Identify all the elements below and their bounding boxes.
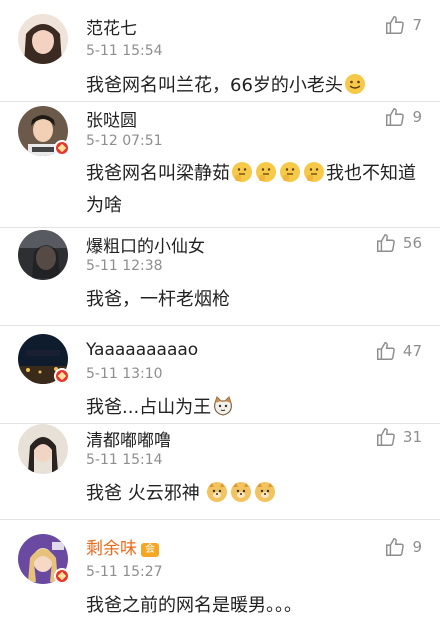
timestamp: 5-11 15:27 — [86, 564, 163, 580]
timestamp: 5-11 15:54 — [86, 43, 163, 59]
thumbs-up-icon — [376, 342, 395, 360]
timestamp: 5-11 12:38 — [86, 258, 163, 274]
avatar[interactable] — [18, 14, 68, 64]
comment-item: 爆粗口的小仙女 5-11 12:38 56 我爸，一杆老烟枪 — [0, 228, 440, 326]
doge-emoji-icon — [254, 481, 276, 503]
verified-badge-icon — [54, 568, 70, 584]
thumbs-up-icon — [386, 538, 405, 556]
like-count: 31 — [402, 428, 422, 446]
like-button[interactable]: 47 — [375, 340, 422, 362]
avatar[interactable] — [18, 424, 68, 474]
like-count: 56 — [402, 234, 422, 252]
timestamp: 5-11 15:14 — [86, 452, 163, 468]
comment-text: 我爸...占山为王 — [86, 392, 426, 424]
like-count: 47 — [402, 342, 422, 360]
username[interactable]: 剩余味会 — [86, 534, 159, 559]
comment-item: 清都嘟嘟噜 5-11 15:14 31 我爸 火云邪神 — [0, 424, 440, 520]
username[interactable]: 清都嘟嘟噜 — [86, 426, 171, 451]
like-button[interactable]: 31 — [375, 426, 422, 448]
username[interactable]: 范花七 — [86, 14, 137, 39]
thumbs-up-icon — [386, 108, 405, 126]
like-button[interactable]: 7 — [384, 14, 422, 36]
thumbs-up-icon — [376, 234, 395, 252]
cat-emoji-icon — [212, 395, 234, 417]
thumbs-up-icon — [376, 428, 395, 446]
smile-emoji-icon — [344, 73, 366, 95]
username[interactable]: 张哒圆 — [86, 106, 137, 131]
doge-emoji-icon — [230, 481, 252, 503]
verified-badge-icon — [54, 368, 70, 384]
like-count: 9 — [412, 108, 422, 126]
thinking-emoji-icon — [231, 161, 253, 183]
avatar[interactable] — [18, 230, 68, 280]
like-button[interactable]: 9 — [384, 106, 422, 128]
comment-text: 我爸网名叫梁静茹 我也不知道为啥 — [86, 161, 416, 216]
comment-text: 我爸之前的网名是暖男。。。 — [86, 595, 302, 616]
doge-emoji-icon — [206, 481, 228, 503]
comment-item: 范花七 5-11 15:54 7 我爸网名叫兰花，66岁的小老头 — [0, 0, 440, 102]
vip-badge-icon: 会 — [141, 543, 159, 557]
thumbs-up-icon — [386, 16, 405, 34]
like-count: 7 — [412, 16, 422, 34]
username[interactable]: Yaaaaaaaaao — [86, 340, 198, 360]
username[interactable]: 爆粗口的小仙女 — [86, 232, 205, 257]
verified-badge-icon — [54, 140, 70, 156]
comment-item: 张哒圆 5-12 07:51 9 我爸网名叫梁静茹 我也不知道为啥 — [0, 102, 440, 228]
timestamp: 5-11 13:10 — [86, 366, 163, 382]
timestamp: 5-12 07:51 — [86, 133, 163, 149]
like-count: 9 — [412, 538, 422, 556]
comment-item: Yaaaaaaaaao 5-11 13:10 47 我爸...占山为王 — [0, 326, 440, 424]
like-button[interactable]: 9 — [384, 536, 422, 558]
comment-text: 我爸，一杆老烟枪 — [86, 289, 230, 310]
comment-item: 剩余味会 5-11 15:27 9 我爸之前的网名是暖男。。。 — [0, 520, 440, 624]
like-button[interactable]: 56 — [375, 232, 422, 254]
thinking-emoji-icon — [303, 161, 325, 183]
thinking-emoji-icon — [279, 161, 301, 183]
comment-text: 我爸网名叫兰花，66岁的小老头 — [86, 70, 426, 102]
thinking-emoji-icon — [255, 161, 277, 183]
comment-text: 我爸 火云邪神 — [86, 478, 426, 510]
